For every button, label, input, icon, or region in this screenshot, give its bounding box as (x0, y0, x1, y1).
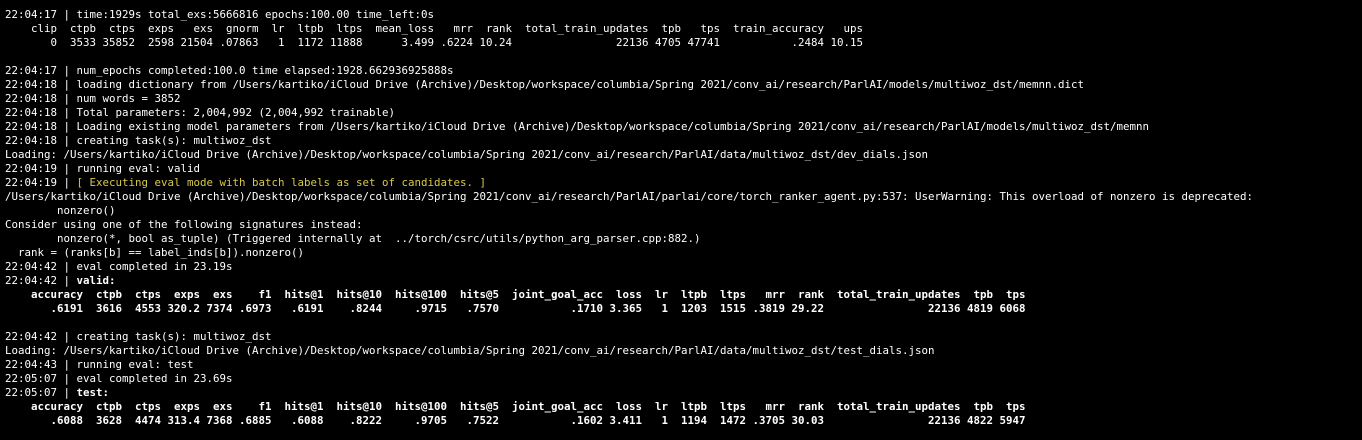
valid-label-line: 22:04:42 | valid: (5, 274, 1362, 288)
loading-dev-line: Loading: /Users/kartiko/iCloud Drive (Ar… (5, 148, 929, 161)
warning-line-2: nonzero() (5, 204, 116, 217)
executing-prefix: 22:04:19 | (5, 176, 77, 189)
creating-task-valid-line: 22:04:18 | creating task(s): multiwoz_ds… (5, 134, 272, 147)
executing-message: [ Executing eval mode with batch labels … (76, 176, 487, 189)
test-label-line: 22:05:07 | test: (5, 386, 1362, 400)
warning-line-4: nonzero(*, bool as_tuple) (Triggered int… (5, 232, 701, 245)
valid-prefix: 22:04:42 | (5, 274, 77, 287)
loading-test-line: Loading: /Users/kartiko/iCloud Drive (Ar… (5, 344, 935, 357)
train-metrics-values: 0 3533 35852 2598 21504 .07863 1 1172 11… (5, 36, 864, 49)
warning-line-5: rank = (ranks[b] == label_inds[b]).nonze… (5, 246, 305, 259)
eval-completed-test-line: 22:05:07 | eval completed in 23.69s (5, 372, 233, 385)
running-eval-valid-line: 22:04:19 | running eval: valid (5, 162, 201, 175)
num-words-line: 22:04:18 | num words = 3852 (5, 92, 181, 105)
warning-line-3: Consider using one of the following sign… (5, 218, 363, 231)
loading-model-line: 22:04:18 | Loading existing model parame… (5, 120, 1150, 133)
loading-dictionary-line: 22:04:18 | loading dictionary from /User… (5, 78, 1085, 91)
creating-task-test-line: 22:04:42 | creating task(s): multiwoz_ds… (5, 330, 272, 343)
eval-completed-valid-line: 22:04:42 | eval completed in 23.19s (5, 260, 233, 273)
train-status-line: 22:04:17 | time:1929s total_exs:5666816 … (5, 8, 435, 21)
executing-eval-line: 22:04:19 | [ Executing eval mode with ba… (5, 176, 1362, 190)
test-label: test: (76, 386, 110, 399)
valid-metrics-values: .6191 3616 4553 320.2 7374 .6973 .6191 .… (5, 302, 1026, 315)
total-parameters-line: 22:04:18 | Total parameters: 2,004,992 (… (5, 106, 396, 119)
warning-line-1: /Users/kartiko/iCloud Drive (Archive)/De… (5, 190, 1254, 203)
test-metrics-header: accuracy ctpb ctps exps exs f1 hits@1 hi… (5, 400, 1026, 413)
running-eval-test-line: 22:04:43 | running eval: test (5, 358, 194, 371)
valid-metrics-header: accuracy ctpb ctps exps exs f1 hits@1 hi… (5, 288, 1026, 301)
test-metrics-values: .6088 3628 4474 313.4 7368 .6885 .6088 .… (5, 414, 1026, 427)
num-epochs-line: 22:04:17 | num_epochs completed:100.0 ti… (5, 64, 454, 77)
test-prefix: 22:05:07 | (5, 386, 77, 399)
terminal-window[interactable]: 22:04:17 | time:1929s total_exs:5666816 … (0, 0, 1362, 440)
train-metrics-header: clip ctpb ctps exps exs gnorm lr ltpb lt… (5, 22, 864, 35)
valid-label: valid: (76, 274, 116, 287)
